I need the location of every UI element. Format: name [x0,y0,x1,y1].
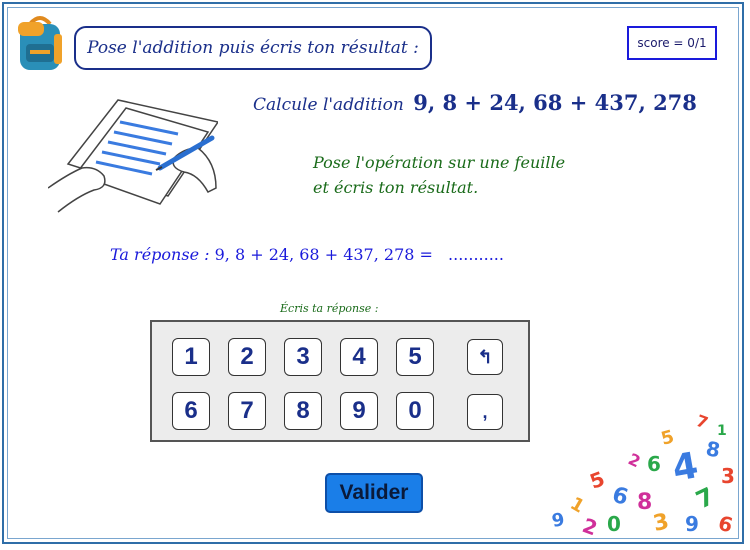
svg-text:1: 1 [717,423,727,439]
numbers-decoration-image: 7 1 5 8 2 6 4 3 5 6 1 8 7 9 2 0 3 9 6 [550,411,736,535]
submit-button[interactable]: Valider [325,473,423,513]
instruction-box: Pose l'addition puis écris ton résultat … [74,26,432,70]
key-9[interactable]: 9 [340,392,378,430]
keypad: 1 2 3 4 5 ↰ 6 7 8 9 0 , [150,320,530,442]
svg-text:7: 7 [694,411,711,433]
svg-text:8: 8 [637,490,652,515]
key-5[interactable]: 5 [396,338,434,376]
svg-text:3: 3 [651,509,671,535]
key-0[interactable]: 0 [396,392,434,430]
instruction-text: Pose l'opération sur une feuille et écri… [313,150,565,200]
svg-text:0: 0 [607,512,621,535]
svg-text:2: 2 [625,449,643,471]
svg-text:6: 6 [647,452,661,476]
answer-label: Ta réponse : [110,245,210,264]
comma-key[interactable]: , [467,394,503,430]
svg-text:9: 9 [685,512,699,535]
key-4[interactable]: 4 [340,338,378,376]
svg-text:2: 2 [579,513,600,535]
key-2[interactable]: 2 [228,338,266,376]
calculation-prompt: Calcule l'addition 9, 8 + 24, 68 + 437, … [253,90,697,115]
svg-text:7: 7 [692,482,719,514]
svg-text:8: 8 [704,436,722,462]
keypad-label: Écris ta réponse : [280,302,379,315]
svg-text:3: 3 [721,464,735,488]
svg-text:5: 5 [587,466,608,493]
svg-text:4: 4 [669,445,701,490]
svg-text:6: 6 [609,483,630,511]
svg-text:5: 5 [659,426,677,450]
backspace-button[interactable]: ↰ [467,339,503,375]
key-6[interactable]: 6 [172,392,210,430]
answer-line: Ta réponse : 9, 8 + 24, 68 + 437, 278 = … [110,245,504,264]
backpack-icon [18,16,62,70]
key-3[interactable]: 3 [284,338,322,376]
key-1[interactable]: 1 [172,338,210,376]
score-badge: score = 0/1 [627,26,717,60]
key-7[interactable]: 7 [228,392,266,430]
key-8[interactable]: 8 [284,392,322,430]
writing-paper-illustration [48,99,218,213]
calc-expression: 9, 8 + 24, 68 + 437, 278 [413,90,697,115]
svg-text:1: 1 [567,493,588,517]
svg-text:9: 9 [550,509,566,532]
calc-label: Calcule l'addition [253,95,404,115]
answer-field[interactable]: ........... [448,245,504,264]
svg-text:6: 6 [716,511,736,535]
answer-expression: 9, 8 + 24, 68 + 437, 278 = [214,245,433,264]
pose-line-1: Pose l'opération sur une feuille [313,153,566,172]
pose-line-2: et écris ton résultat. [313,178,479,197]
